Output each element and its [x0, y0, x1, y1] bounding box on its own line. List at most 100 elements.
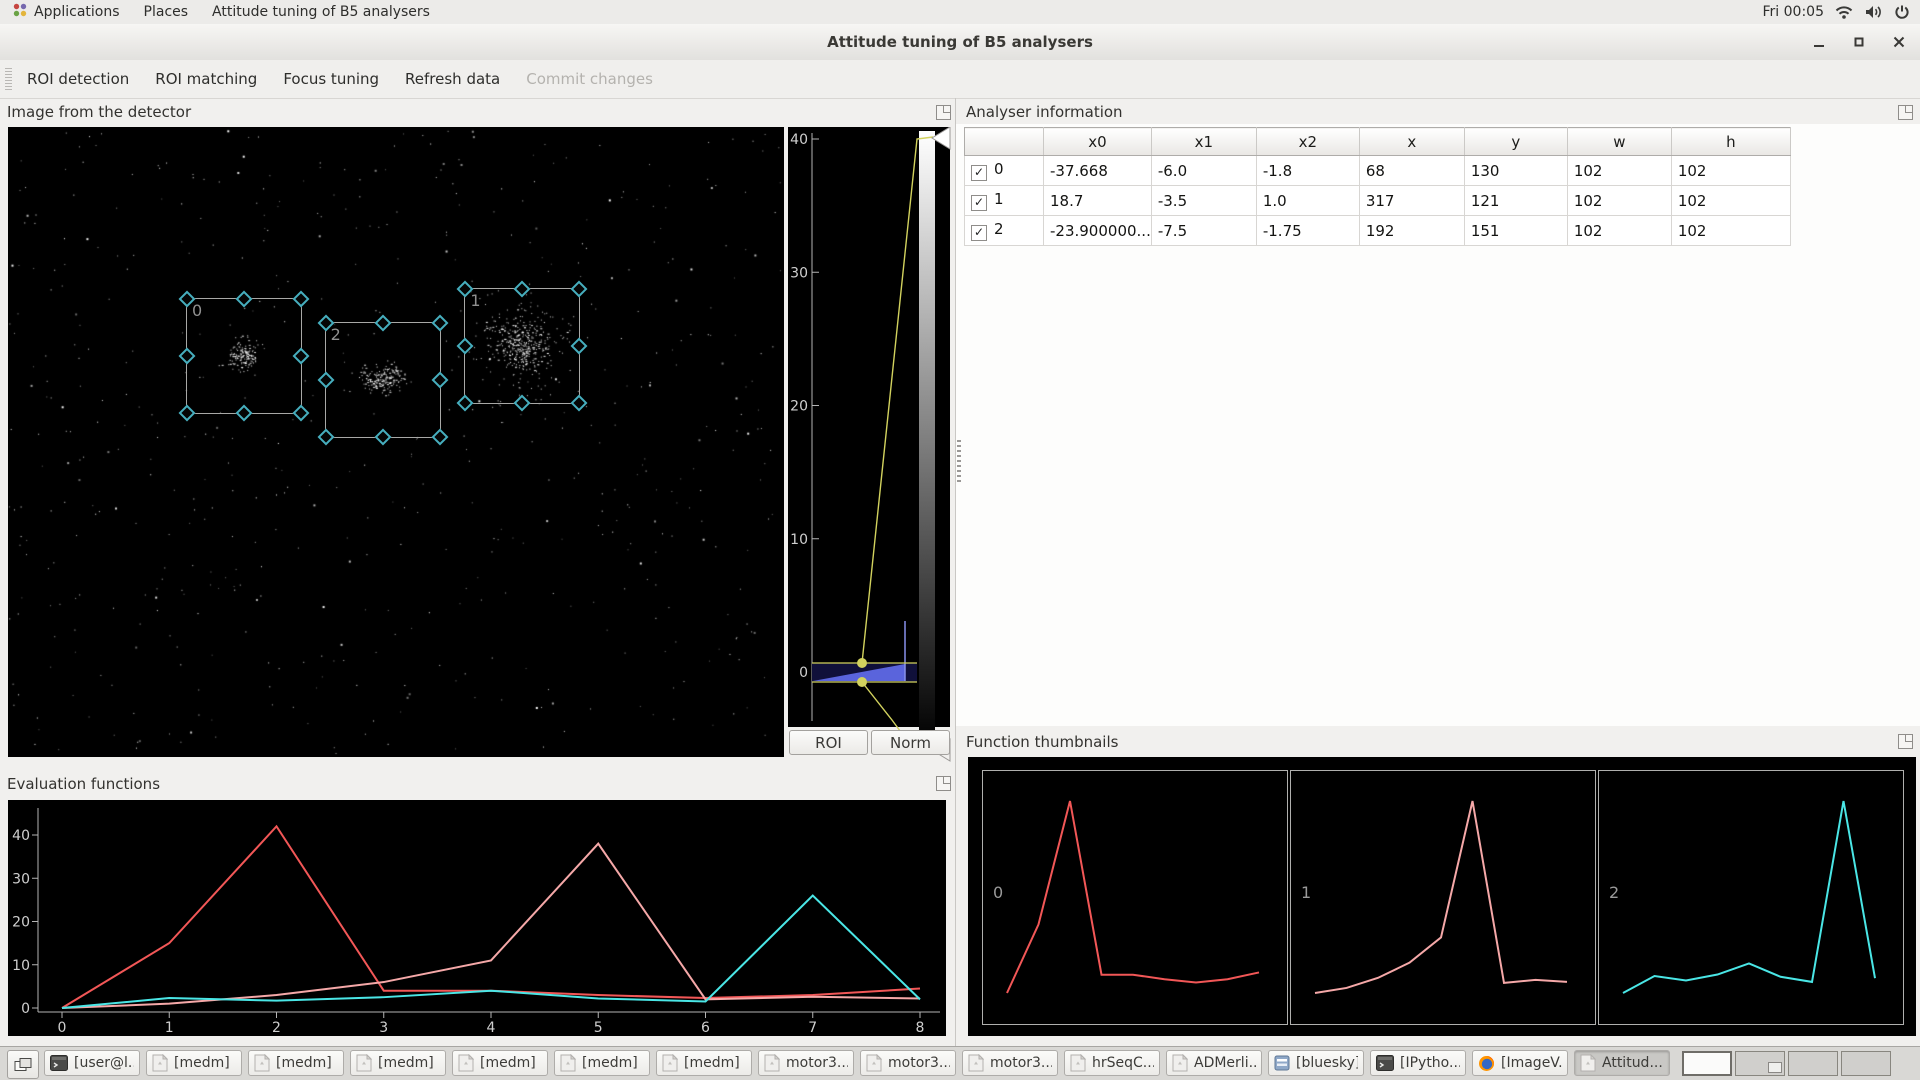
column-header-h[interactable]: h	[1671, 128, 1790, 156]
cell-x[interactable]: 317	[1359, 186, 1464, 216]
places-menu[interactable]: Places	[132, 0, 201, 24]
column-header-x2[interactable]: x2	[1256, 128, 1359, 156]
cell-x2[interactable]: -1.75	[1256, 216, 1359, 246]
evaluation-dock-title[interactable]: Evaluation functions	[7, 773, 160, 795]
task-button-medm[interactable]: [medm]	[554, 1050, 650, 1076]
cell-x[interactable]: 192	[1359, 216, 1464, 246]
task-button-hrseqc[interactable]: hrSeqC...	[1064, 1050, 1160, 1076]
dock-detach-icon[interactable]	[936, 105, 951, 120]
clock[interactable]: Fri 00:05	[1763, 4, 1824, 20]
task-button-medm[interactable]: [medm]	[146, 1050, 242, 1076]
task-button-medm[interactable]: [medm]	[656, 1050, 752, 1076]
row-checkbox[interactable]: ✓	[971, 225, 987, 241]
row-checkbox[interactable]: ✓	[971, 195, 987, 211]
cell-x1[interactable]: -3.5	[1151, 186, 1256, 216]
cell-x2[interactable]: 1.0	[1256, 186, 1359, 216]
roi-box-0[interactable]: 0	[186, 298, 302, 414]
cell-x[interactable]: 68	[1359, 156, 1464, 186]
cell-id[interactable]: ✓1	[965, 186, 1044, 216]
column-header-x0[interactable]: x0	[1044, 128, 1152, 156]
wifi-icon[interactable]	[1834, 4, 1854, 20]
document-icon	[152, 1054, 168, 1072]
roi-toggle-button[interactable]: ROI	[789, 730, 868, 755]
thumbnails-dock-title[interactable]: Function thumbnails	[966, 731, 1118, 753]
cell-w[interactable]: 102	[1567, 156, 1671, 186]
show-desktop-button[interactable]	[7, 1050, 39, 1079]
task-button-admerli[interactable]: ADMerli...	[1166, 1050, 1262, 1076]
roi-box-1[interactable]: 1	[464, 288, 580, 404]
roi-box-2[interactable]: 2	[325, 322, 441, 438]
task-button-attitud[interactable]: Attitud...	[1574, 1050, 1670, 1076]
dock-detach-icon[interactable]	[1898, 105, 1913, 120]
column-header-x1[interactable]: x1	[1151, 128, 1256, 156]
toolbar-grip-handle[interactable]	[5, 68, 12, 90]
power-icon[interactable]	[1894, 4, 1910, 20]
evaluation-plot[interactable]: 010203040012345678	[8, 800, 946, 1036]
cell-id[interactable]: ✓0	[965, 156, 1044, 186]
function-thumbnail-2[interactable]: 2	[1598, 770, 1904, 1025]
task-button-motor3[interactable]: motor3...	[962, 1050, 1058, 1076]
menubar-item-roi-matching[interactable]: ROI matching	[142, 60, 270, 98]
task-button-motor3[interactable]: motor3...	[758, 1050, 854, 1076]
cell-x0[interactable]: -23.900000...	[1044, 216, 1152, 246]
detector-image-view[interactable]: 0 12	[8, 127, 784, 757]
svg-text:5: 5	[594, 1020, 603, 1036]
task-button-user-l[interactable]: [user@l...	[44, 1050, 140, 1076]
task-button-ipytho[interactable]: [IPytho...	[1370, 1050, 1466, 1076]
lut-top-handle-icon[interactable]	[932, 127, 950, 149]
task-button-imagev[interactable]: [ImageV...	[1472, 1050, 1568, 1076]
task-button-medm[interactable]: [medm]	[350, 1050, 446, 1076]
task-button-medm[interactable]: [medm]	[248, 1050, 344, 1076]
minimize-button[interactable]	[1806, 30, 1832, 54]
maximize-button[interactable]	[1846, 30, 1872, 54]
volume-icon[interactable]	[1864, 4, 1884, 20]
normalization-button[interactable]: Norm	[871, 730, 950, 755]
analyser-table: x0x1x2xywh✓0-37.668-6.0-1.868130102102✓1…	[964, 127, 1791, 246]
cell-y[interactable]: 130	[1464, 156, 1567, 186]
splitter-handle[interactable]	[957, 440, 961, 484]
close-button[interactable]	[1886, 30, 1912, 54]
column-header-x[interactable]: x	[1359, 128, 1464, 156]
cell-id[interactable]: ✓2	[965, 216, 1044, 246]
cell-h[interactable]: 102	[1671, 156, 1790, 186]
image-dock-title[interactable]: Image from the detector	[7, 101, 191, 123]
cell-x1[interactable]: -7.5	[1151, 216, 1256, 246]
cell-y[interactable]: 121	[1464, 186, 1567, 216]
row-checkbox[interactable]: ✓	[971, 165, 987, 181]
column-header-w[interactable]: w	[1567, 128, 1671, 156]
menubar-item-refresh-data[interactable]: Refresh data	[392, 60, 513, 98]
histogram-plot[interactable]: 010203040	[788, 127, 952, 767]
cell-x0[interactable]: -37.668	[1044, 156, 1152, 186]
function-thumbnail-0[interactable]: 0	[982, 770, 1288, 1025]
window-titlebar[interactable]: Attitude tuning of B5 analysers	[0, 24, 1920, 61]
analyser-dock-title[interactable]: Analyser information	[966, 101, 1123, 123]
workspace-2[interactable]	[1735, 1051, 1785, 1076]
column-header-select[interactable]	[965, 128, 1044, 156]
workspace-4[interactable]	[1841, 1051, 1891, 1076]
dock-detach-icon[interactable]	[1898, 734, 1913, 749]
window-list-menu[interactable]: Attitude tuning of B5 analysers	[200, 0, 442, 24]
cell-x1[interactable]: -6.0	[1151, 156, 1256, 186]
cell-w[interactable]: 102	[1567, 216, 1671, 246]
applications-menu[interactable]: Applications	[0, 0, 132, 24]
task-button-motor3[interactable]: motor3...	[860, 1050, 956, 1076]
task-button-medm[interactable]: [medm]	[452, 1050, 548, 1076]
workspace-1[interactable]	[1682, 1051, 1732, 1076]
column-header-y[interactable]: y	[1464, 128, 1567, 156]
dock-detach-icon[interactable]	[936, 776, 951, 791]
menubar-item-roi-detection[interactable]: ROI detection	[14, 60, 142, 98]
svg-text:0: 0	[799, 665, 808, 681]
cell-h[interactable]: 102	[1671, 186, 1790, 216]
cell-x0[interactable]: 18.7	[1044, 186, 1152, 216]
cell-h[interactable]: 102	[1671, 216, 1790, 246]
document-icon	[662, 1054, 678, 1072]
function-thumbnail-1[interactable]: 1	[1290, 770, 1596, 1025]
cell-x2[interactable]: -1.8	[1256, 156, 1359, 186]
svg-text:0: 0	[21, 1001, 30, 1017]
workspace-3[interactable]	[1788, 1051, 1838, 1076]
task-button-bluesky[interactable]: [bluesky]	[1268, 1050, 1364, 1076]
cell-y[interactable]: 151	[1464, 216, 1567, 246]
menubar-item-focus-tuning[interactable]: Focus tuning	[270, 60, 392, 98]
cell-w[interactable]: 102	[1567, 186, 1671, 216]
histogram-lut-widget[interactable]: 010203040	[788, 127, 952, 767]
